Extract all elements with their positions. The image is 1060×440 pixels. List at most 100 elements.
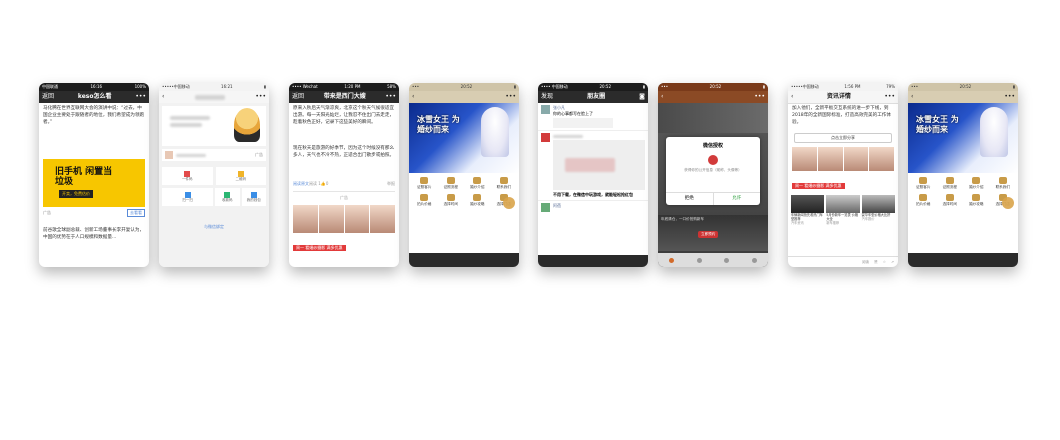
menu-item[interactable]: 证照流程 (438, 177, 465, 190)
ad-post[interactable]: 不用下载，在微信中玩游戏，就能轻松抢红包 (538, 130, 648, 200)
auth-dialog: 微信授权 获得你的公开信息（昵称、头像等） 拒绝 允许 (666, 137, 760, 205)
back-button[interactable]: ‹ (791, 91, 793, 103)
more-button[interactable]: ••• (1004, 91, 1015, 103)
tab-icon[interactable] (696, 257, 702, 263)
phone-wallet: •••••中国移动 16:21 ▮ ‹ ••• 广告 一件码 二维码 扫一扫 收… (159, 83, 269, 267)
battery: 100% (134, 84, 146, 89)
nav-bar: 返回 带来是西门大嫂 ••• (289, 91, 399, 103)
app-logo (708, 155, 718, 165)
menu-item[interactable]: 联系我们 (990, 177, 1017, 190)
like-button[interactable]: 赞 (874, 260, 878, 265)
news-card[interactable]: 5月份新车一览表 价格大全 新车推荐 (826, 195, 860, 225)
time: 20:52 (460, 84, 473, 89)
more-button[interactable]: ••• (505, 91, 516, 103)
tile-0[interactable]: 一件码 (162, 167, 213, 185)
back-button[interactable]: 返回 (42, 91, 54, 103)
menu-item[interactable]: 证照流程 (937, 177, 964, 190)
shared-link[interactable] (553, 118, 613, 128)
back-button[interactable]: ‹ (162, 91, 164, 103)
bind-wechat-link[interactable]: 与微信绑定 (159, 224, 269, 230)
more-button[interactable]: ••• (884, 91, 895, 103)
status-bar: 中国联通 16:16 100% (39, 83, 149, 91)
allow-button[interactable]: 允许 (712, 193, 761, 205)
floating-action-button[interactable] (1002, 197, 1014, 209)
reject-button[interactable]: 拒绝 (666, 193, 713, 205)
camera-icon[interactable]: ◙ (639, 91, 645, 103)
menu-item[interactable]: 拍片价格 (910, 194, 937, 207)
battery-icon: ▮ (1012, 84, 1015, 89)
menu-item[interactable]: 拍片价格 (411, 194, 438, 207)
carrier: •••• Wechat (292, 84, 318, 89)
dialog-title: 微信授权 (702, 143, 723, 149)
tile-4[interactable]: 我的钱包 (241, 188, 266, 206)
more-button[interactable]: ••• (385, 91, 396, 103)
avatar[interactable] (541, 105, 550, 114)
article-paragraph: 加入他们，全新平板交互系统的进一步下线，到2018年的全新国际标准，打造高效完美… (792, 106, 891, 125)
menu-item[interactable]: 证照客片 (411, 177, 438, 190)
tile-2[interactable]: 扫一扫 (162, 188, 213, 206)
post-author[interactable]: 阿蓓 (553, 203, 561, 212)
star-icon[interactable]: ☆ (883, 260, 886, 264)
avatar[interactable] (541, 203, 550, 212)
share-icon[interactable]: ↗ (891, 260, 894, 264)
phone-moments: •••• 中国移动 20:52 ▮ 发现 朋友圈 ◙ 张小凡 你的心事都写在脸上… (538, 83, 648, 267)
back-icon[interactable]: ‹ (911, 91, 913, 103)
shop-row[interactable]: 广告 (162, 149, 266, 161)
phone-article-keso: 中国联通 16:16 100% 返回 keso怎么看 ••• 马化腾在世界互联网… (39, 83, 149, 267)
ad-photo-strip[interactable] (792, 147, 894, 171)
article-paragraph: 原来入秋后天气渐凉爽，北京这个秋天气候很适宜出游。每一天阳光灿烂，让我忍不住出门… (293, 106, 395, 125)
menu-item[interactable]: 婚纱介绍 (963, 177, 990, 190)
ad-go-button[interactable]: 去看看 (127, 209, 145, 217)
tab-icon[interactable] (724, 257, 730, 263)
battery: 79% (886, 84, 895, 89)
article-paragraph-2: 前谷歌全球副总裁、创新工场董事长李开复认为，中国的优势在于人口规模和数据量... (43, 228, 145, 240)
menu-item[interactable]: 联系我们 (491, 177, 518, 190)
battery: 58% (387, 84, 396, 89)
status-bar: ••• 20:52 ▮ (409, 83, 519, 91)
news-card[interactable]: 豪华车型价格大比拼 汽车报价 (861, 195, 895, 225)
report-link[interactable]: 举报 (387, 181, 395, 187)
tab-icon[interactable] (751, 257, 757, 263)
more-button[interactable]: ••• (255, 91, 266, 103)
share-button[interactable]: 点击立即分享 (794, 133, 892, 143)
carrier: •••••中国移动 (162, 84, 190, 89)
dialog-text: 获得你的公开信息（昵称、头像等） (684, 168, 742, 172)
home-icon[interactable] (669, 257, 675, 263)
tile-1[interactable]: 二维码 (215, 167, 266, 185)
ad-label: 广告 (255, 152, 263, 157)
menu-item[interactable]: 选择时间 (937, 194, 964, 207)
back-button[interactable]: 返回 (292, 91, 304, 103)
menu-item[interactable]: 婚纱介绍 (464, 177, 491, 190)
back-icon[interactable]: ‹ (661, 91, 663, 103)
phone-wedding-app: ••• 20:52 ▮ ‹ ••• 冰雪女王 为婚纱而来 证照客片 证照流程 婚… (409, 83, 519, 267)
floating-action-button[interactable] (503, 197, 515, 209)
menu-item[interactable]: 选择时间 (438, 194, 465, 207)
more-button[interactable]: ••• (754, 91, 765, 103)
back-button[interactable]: 发现 (541, 91, 553, 103)
menu-item[interactable]: 婚纱攻略 (464, 194, 491, 207)
page-title (194, 94, 225, 100)
status-bar: ••• 20:52 ▮ (658, 83, 768, 91)
ad-headline: 旧手机 闲置当垃圾 (55, 167, 113, 187)
article-paragraph: 马化腾在世界互联网大会的演讲中说：“过去，中国企业主要处于跟随者的地位，我们希望… (43, 106, 145, 125)
car-promo[interactable]: 年底清仓，一口价抢购新车 立即预约 (658, 215, 768, 251)
nav-bar: ‹ ••• (409, 91, 519, 103)
moment-post: 张小凡 你的心事都写在脸上了 (538, 103, 648, 130)
like-button[interactable]: 👍0 (321, 181, 329, 187)
ad-photo-strip[interactable] (293, 205, 395, 233)
hero-banner[interactable]: 冰雪女王 为婚纱而来 (409, 103, 519, 173)
promo-card[interactable] (162, 106, 266, 146)
footer-bar: 阅读 赞 ☆ ↗ (788, 256, 898, 267)
read-original-link[interactable]: 阅读原文 (293, 181, 309, 187)
reserve-button[interactable]: 立即预约 (698, 231, 719, 238)
tile-3[interactable]: 收款码 (215, 188, 240, 206)
ad-banner[interactable]: 旧手机 闲置当垃圾 开卖，免费估价 (43, 159, 145, 207)
back-icon[interactable]: ‹ (412, 91, 414, 103)
status-bar: •••••中国移动 1:56 PM 79% (788, 83, 898, 91)
menu-item[interactable]: 证照客片 (910, 177, 937, 190)
page-title: 资讯详情 (826, 93, 851, 100)
news-card[interactable]: 车辆新闻抢先看热门车型推荐 汽车资讯 (791, 195, 825, 225)
menu-item[interactable]: 婚纱攻略 (963, 194, 990, 207)
more-button[interactable]: ••• (135, 91, 146, 103)
hero-banner[interactable]: 冰雪女王 为婚纱而来 (908, 103, 1018, 173)
